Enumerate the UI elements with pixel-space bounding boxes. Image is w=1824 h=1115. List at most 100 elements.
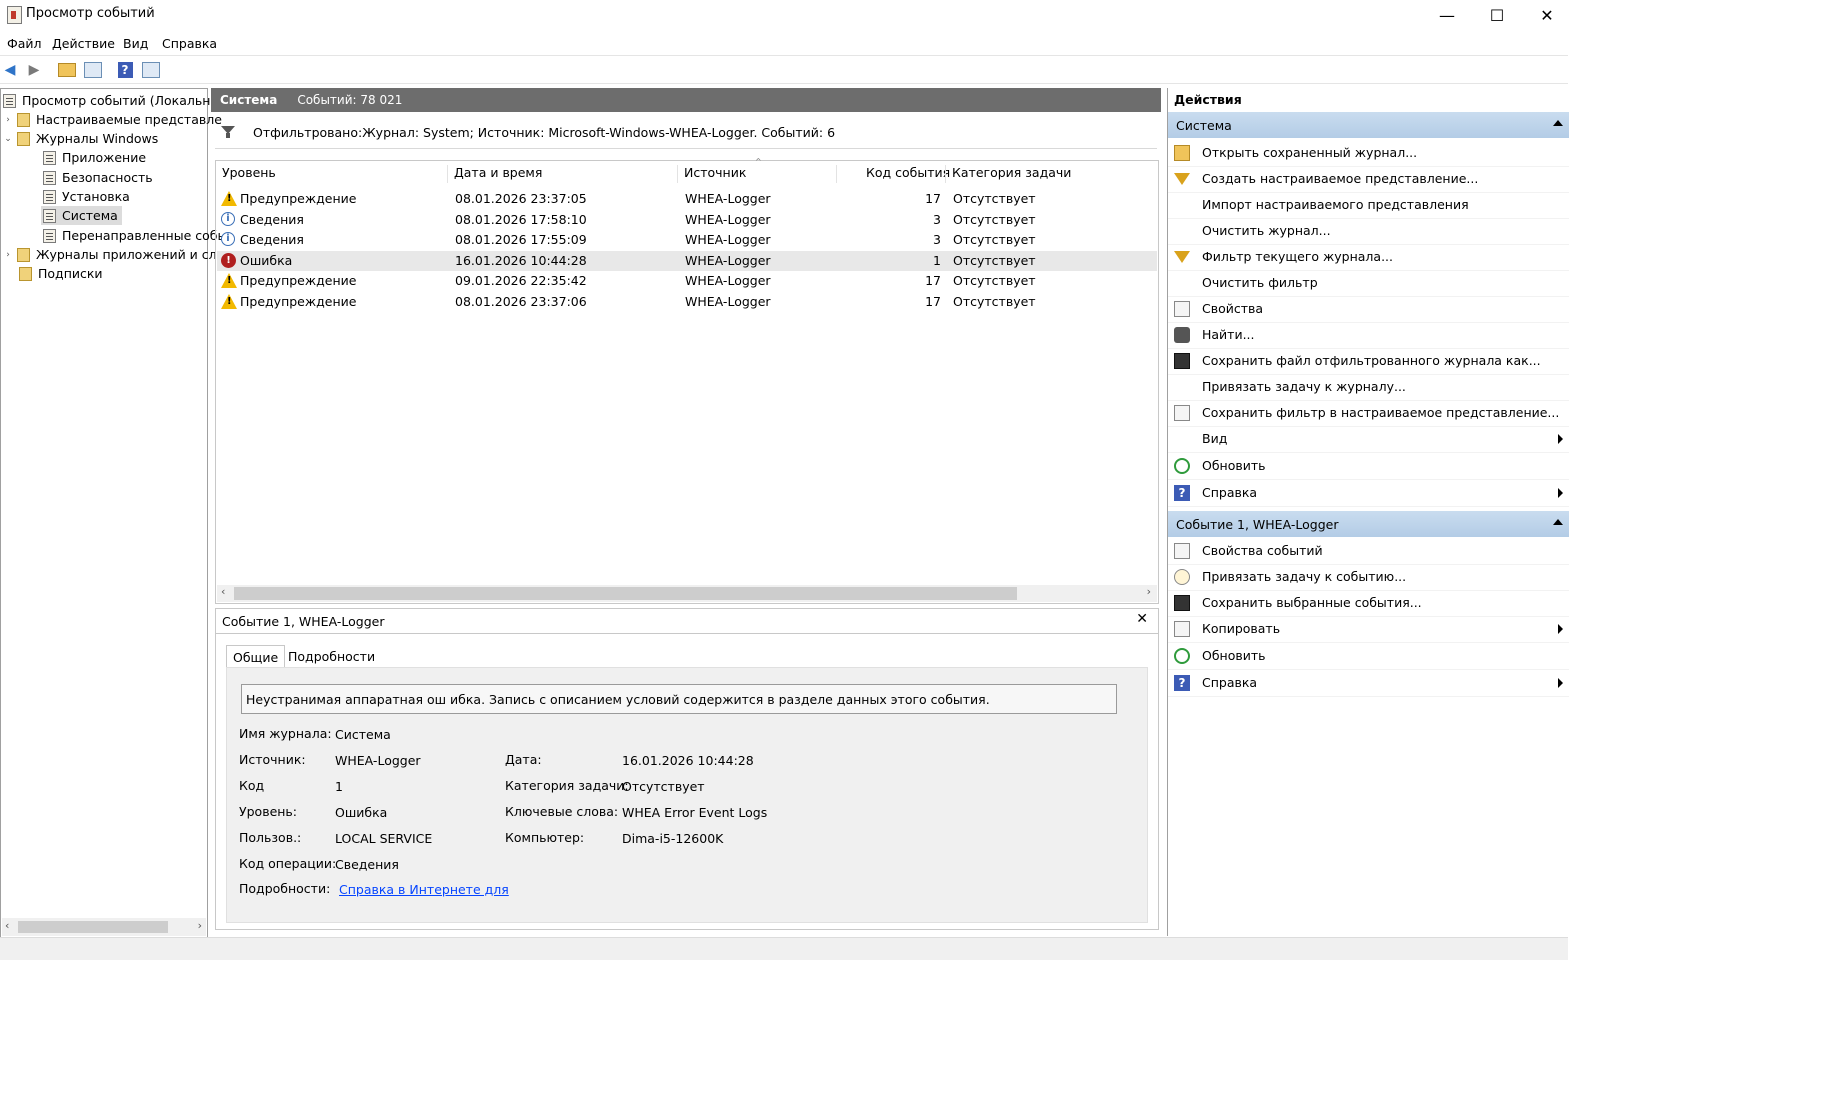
action-item[interactable]: Свойства	[1168, 296, 1569, 323]
table-row[interactable]: i Сведения 08.01.2026 17:58:10 WHEA-Logger О…	[217, 210, 1157, 230]
minimize-button[interactable]: —	[1422, 0, 1472, 30]
back-arrow-icon[interactable]: ◀	[0, 60, 20, 79]
action-label: Копировать	[1202, 621, 1281, 636]
table-row[interactable]: Предупреждение 08.01.2026 23:37:06 WHEA-Lo…	[217, 292, 1157, 312]
collapse-caret-icon[interactable]	[1553, 519, 1563, 525]
action-item[interactable]: Импорт настраиваемого представления	[1168, 192, 1569, 219]
help-icon[interactable]: ?	[115, 60, 135, 79]
action-item[interactable]: Открыть сохраненный журнал...	[1168, 140, 1569, 167]
log-icon	[43, 208, 56, 223]
column-level[interactable]: Уровень	[222, 165, 276, 180]
grid-horizontal-scrollbar[interactable]: ‹ ›	[217, 585, 1157, 602]
value-level: Ошибка	[335, 805, 388, 820]
column-datetime[interactable]: Дата и время	[454, 165, 542, 180]
value-event-id: 1	[335, 779, 343, 794]
collapse-caret-icon[interactable]	[1553, 120, 1563, 126]
table-row[interactable]: i Сведения 08.01.2026 17:55:09 WHEA-Logger О…	[217, 230, 1157, 250]
action-item[interactable]: Копировать	[1168, 616, 1569, 643]
show-action-pane-icon[interactable]	[141, 60, 161, 79]
tree-item-app-services-logs[interactable]: › Журналы приложений и слу	[1, 245, 224, 264]
action-item[interactable]: Свойства событий	[1168, 538, 1569, 565]
scrollbar-thumb[interactable]	[18, 921, 168, 933]
cell-task-category: Отсутствует	[953, 232, 1036, 247]
action-item[interactable]: Привязать задачу к журналу...	[1168, 374, 1569, 401]
collapse-arrow-icon[interactable]: ⌄	[1, 134, 15, 144]
value-opcode: Сведения	[335, 857, 399, 872]
tree-item-application[interactable]: Приложение	[43, 148, 146, 167]
actions-section-event[interactable]: Событие 1, WHEA-Logger	[1168, 511, 1569, 537]
online-help-link[interactable]: Справка в Интернете для	[339, 882, 509, 897]
actions-section-system[interactable]: Система	[1168, 112, 1569, 138]
action-label: Привязать задачу к журналу...	[1202, 379, 1406, 394]
tree-horizontal-scrollbar[interactable]: ‹ ›	[2, 918, 206, 936]
tree-item-windows-logs[interactable]: ⌄ Журналы Windows	[1, 129, 158, 148]
save-icon	[1174, 595, 1190, 611]
tree-label: Перенаправленные собы	[62, 228, 228, 243]
event-count: Событий: 78 021	[297, 93, 403, 107]
action-label: Сохранить файл отфильтрованного журнала …	[1202, 353, 1541, 368]
forward-arrow-icon[interactable]: ▶	[24, 60, 44, 79]
submenu-arrow-icon	[1558, 624, 1563, 634]
tree-item-forwarded[interactable]: Перенаправленные собы	[43, 226, 227, 245]
show-hide-tree-icon[interactable]	[83, 60, 103, 79]
menu-action[interactable]: Действие	[52, 36, 115, 51]
tree-item-system[interactable]: Система	[41, 206, 122, 225]
tree-item-security[interactable]: Безопасность	[43, 168, 153, 187]
action-item[interactable]: Фильтр текущего журнала...	[1168, 244, 1569, 271]
action-item[interactable]: Обновить	[1168, 643, 1569, 670]
scroll-left-icon[interactable]: ‹	[5, 919, 9, 932]
action-item[interactable]: ? Справка	[1168, 670, 1569, 697]
folder-up-icon[interactable]	[57, 60, 77, 79]
action-item[interactable]: ? Справка	[1168, 480, 1569, 507]
tab-details[interactable]: Подробности	[282, 645, 381, 667]
menu-view[interactable]: Вид	[123, 36, 148, 51]
table-row[interactable]: Предупреждение 09.01.2026 22:35:42 WHEA-Lo…	[217, 271, 1157, 291]
cell-datetime: 09.01.2026 22:35:42	[455, 273, 587, 288]
tree-item-subscriptions[interactable]: Подписки	[17, 264, 103, 283]
action-item[interactable]: Сохранить фильтр в настраиваемое предста…	[1168, 400, 1569, 427]
refresh-icon	[1174, 458, 1190, 474]
scroll-right-icon[interactable]: ›	[1147, 585, 1151, 598]
window-title: Просмотр событий	[26, 6, 155, 21]
action-item[interactable]: Привязать задачу к событию...	[1168, 564, 1569, 591]
info-icon: i	[221, 232, 237, 248]
cell-level: Ошибка	[240, 252, 293, 268]
action-item[interactable]: Сохранить файл отфильтрованного журнала …	[1168, 348, 1569, 375]
table-row[interactable]: ! Ошибка 16.01.2026 10:44:28 WHEA-Logger Отс…	[217, 250, 1157, 271]
action-item[interactable]: Сохранить выбранные события...	[1168, 590, 1569, 617]
action-item[interactable]: Создать настраиваемое представление...	[1168, 166, 1569, 193]
menu-help[interactable]: Справка	[162, 36, 217, 51]
close-detail-icon[interactable]: ✕	[1136, 611, 1148, 627]
action-item[interactable]: Очистить фильтр	[1168, 270, 1569, 297]
close-button[interactable]: ✕	[1522, 0, 1572, 30]
expand-arrow-icon[interactable]: ›	[1, 250, 15, 260]
tree-item-root[interactable]: Просмотр событий (Локальный	[3, 91, 228, 110]
cell-datetime: 08.01.2026 17:55:09	[455, 232, 587, 247]
action-item[interactable]: Вид	[1168, 426, 1569, 453]
tree-label: Журналы приложений и слу	[36, 247, 225, 262]
action-item[interactable]: Найти...	[1168, 322, 1569, 349]
tab-general[interactable]: Общие	[226, 645, 286, 668]
table-row[interactable]: Предупреждение 08.01.2026 23:37:05 WHEA-Lo…	[217, 189, 1157, 209]
detail-header: Событие 1, WHEA-Logger ✕	[216, 609, 1158, 634]
cell-datetime: 16.01.2026 10:44:28	[455, 252, 587, 268]
scroll-left-icon[interactable]: ‹	[221, 585, 225, 598]
tree-item-custom-views[interactable]: › Настраиваемые представле	[1, 110, 222, 129]
toolbar: ◀ ▶ ?	[0, 55, 1568, 84]
label-opcode: Код операции:	[239, 856, 337, 871]
action-item[interactable]: Обновить	[1168, 453, 1569, 480]
column-event-id[interactable]: Код события	[866, 165, 950, 180]
action-item[interactable]: Очистить журнал...	[1168, 218, 1569, 245]
scrollbar-thumb[interactable]	[234, 587, 1017, 600]
cell-source: WHEA-Logger	[685, 211, 771, 227]
scroll-right-icon[interactable]: ›	[198, 919, 202, 932]
tree-item-setup[interactable]: Установка	[43, 187, 130, 206]
action-label: Очистить фильтр	[1202, 275, 1318, 290]
column-task-category[interactable]: Категория задачи	[952, 165, 1071, 180]
value-source: WHEA-Logger	[335, 753, 421, 768]
value-keywords: WHEA Error Event Logs	[622, 805, 768, 820]
menu-file[interactable]: Файл	[7, 36, 42, 51]
expand-arrow-icon[interactable]: ›	[1, 115, 15, 125]
maximize-button[interactable]: ☐	[1472, 0, 1522, 30]
column-source[interactable]: Источник	[684, 165, 746, 180]
